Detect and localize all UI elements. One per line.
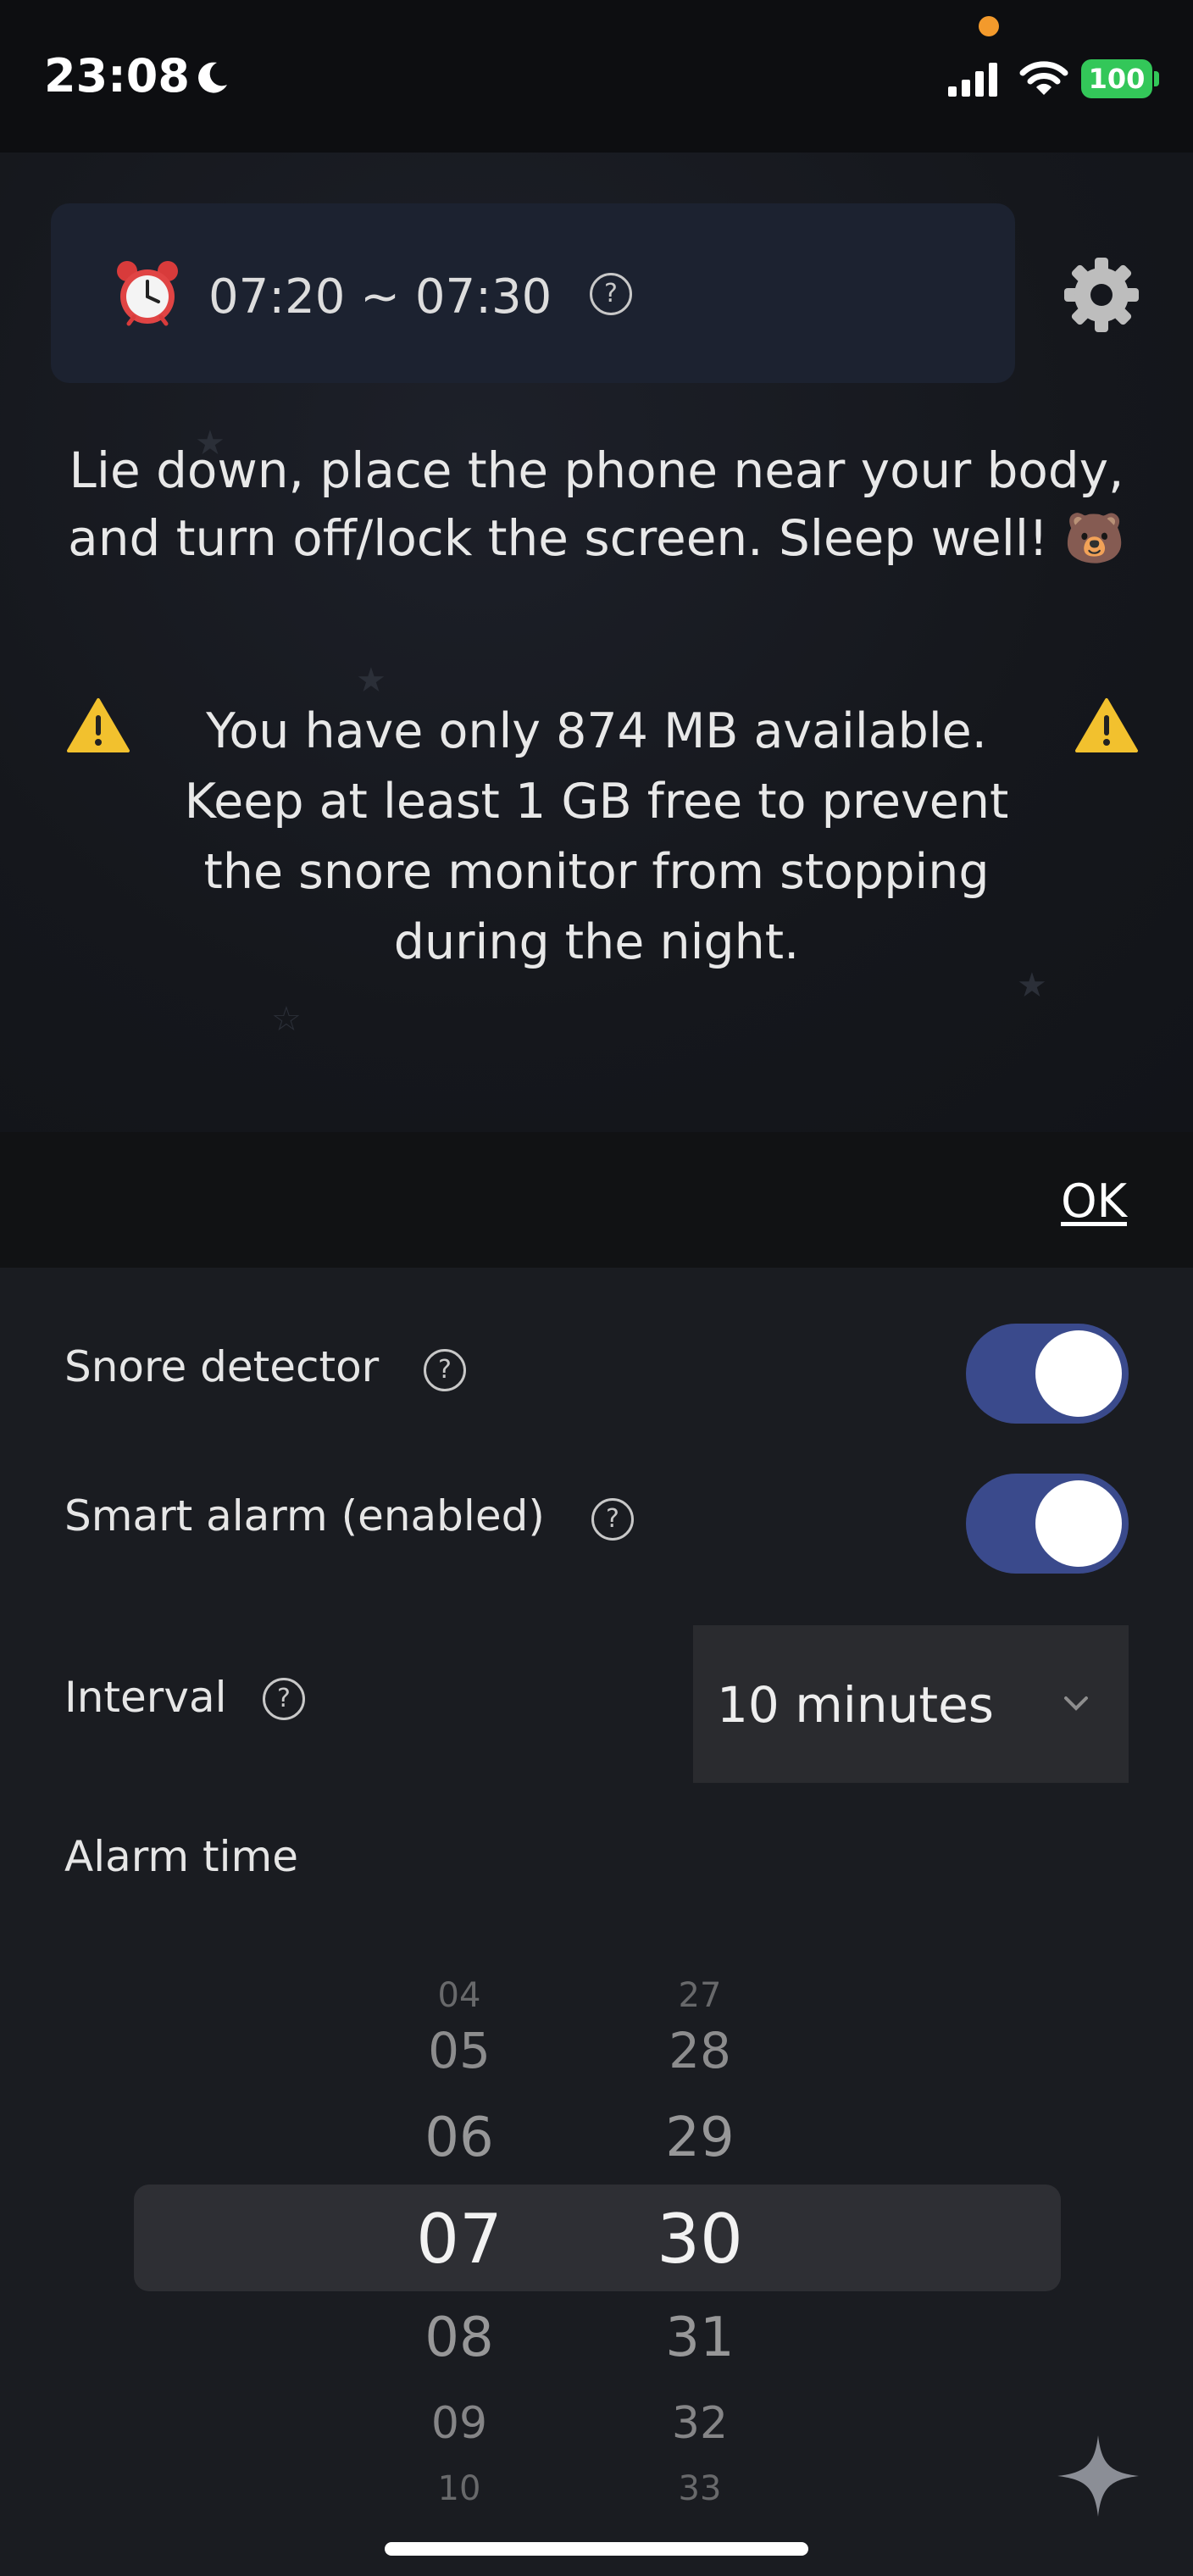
toggle-knob: [1035, 1330, 1122, 1417]
interval-selected-value: 10 minutes: [717, 1676, 995, 1734]
alarm-window-help-icon[interactable]: ?: [590, 273, 632, 315]
hour-selected-option[interactable]: 07: [375, 2200, 544, 2279]
alarm-time-label: Alarm time: [64, 1832, 298, 1881]
interval-help-icon[interactable]: ?: [263, 1678, 305, 1720]
gear-icon[interactable]: [1061, 254, 1142, 336]
minute-option[interactable]: 27: [615, 1976, 785, 2015]
hour-option[interactable]: 06: [375, 2107, 544, 2169]
hour-option[interactable]: 10: [375, 2469, 544, 2508]
alarm-clock-icon: [117, 261, 178, 326]
sparkle-icon[interactable]: [1056, 2434, 1140, 2518]
hour-option[interactable]: 08: [375, 2307, 544, 2369]
chevron-down-icon: [1064, 1696, 1088, 1711]
status-time: 23:08: [44, 49, 190, 103]
snore-detector-toggle[interactable]: [966, 1324, 1129, 1424]
status-bar: 23:08 100: [0, 0, 1193, 153]
screen: 23:08 100 ★ ★ ★ ☆ 07:20 ~ 07:30 ? Lie do…: [0, 0, 1193, 2576]
battery-level: 100: [1088, 63, 1146, 95]
sleep-instructions: Lie down, place the phone near your body…: [68, 441, 1125, 567]
hour-option[interactable]: 04: [375, 1976, 544, 2015]
hour-option[interactable]: 09: [375, 2398, 544, 2449]
snore-detector-label: Snore detector: [64, 1342, 380, 1391]
alarm-window-range: 07:20 ~ 07:30: [208, 269, 552, 325]
alarm-window-pill[interactable]: 07:20 ~ 07:30 ?: [51, 203, 1015, 383]
wifi-icon: [1019, 61, 1068, 95]
privacy-indicator-dot: [979, 16, 999, 36]
smart-alarm-toggle[interactable]: [966, 1474, 1129, 1574]
battery-tip: [1154, 71, 1159, 86]
toggle-knob: [1035, 1480, 1122, 1567]
picker-toolbar: OK: [0, 1132, 1193, 1268]
star-decoration: ★: [356, 661, 386, 700]
time-picker-selection-band: [134, 2185, 1061, 2291]
snore-detector-help-icon[interactable]: ?: [424, 1349, 466, 1391]
signal-icon: [948, 63, 997, 97]
settings-panel: [0, 1268, 1193, 2576]
interval-select[interactable]: 10 minutes: [693, 1625, 1129, 1783]
warning-icon: [1075, 698, 1138, 752]
ok-button[interactable]: OK: [1061, 1174, 1127, 1228]
minute-option[interactable]: 31: [615, 2307, 785, 2369]
hour-option[interactable]: 05: [375, 2022, 544, 2079]
interval-label: Interval: [64, 1673, 227, 1722]
minute-option[interactable]: 28: [615, 2022, 785, 2079]
star-decoration: ☆: [271, 1000, 302, 1039]
smart-alarm-help-icon[interactable]: ?: [591, 1498, 634, 1541]
minute-option[interactable]: 29: [615, 2107, 785, 2169]
storage-warning-text: You have only 874 MB available. Keep at …: [184, 703, 1009, 970]
warning-icon: [67, 698, 130, 752]
moon-icon: [198, 62, 227, 93]
battery-indicator: 100: [1081, 59, 1152, 98]
minute-option[interactable]: 33: [615, 2469, 785, 2508]
home-indicator[interactable]: [385, 2542, 808, 2556]
smart-alarm-label: Smart alarm (enabled): [64, 1491, 545, 1541]
minute-option[interactable]: 32: [615, 2398, 785, 2449]
minute-selected-option[interactable]: 30: [615, 2200, 785, 2279]
